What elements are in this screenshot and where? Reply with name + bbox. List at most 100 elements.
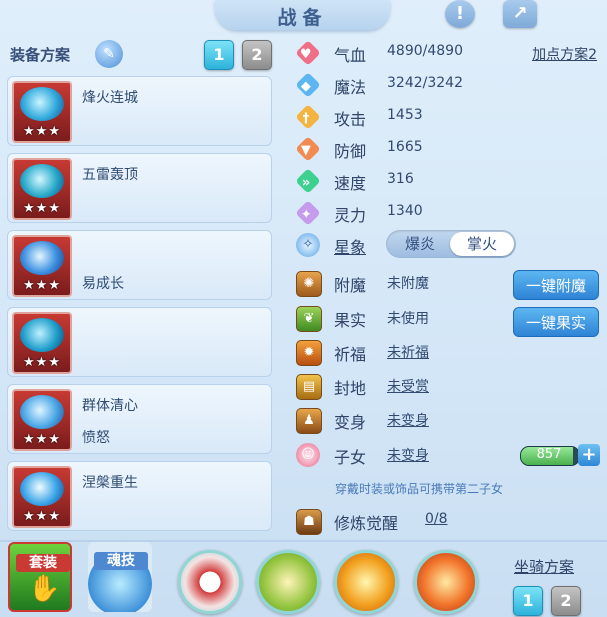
hand-icon: ✋ <box>28 574 61 604</box>
speed-icon: » <box>295 168 321 194</box>
equipment-skill: 群体清心 <box>82 398 138 414</box>
star-rating: ★★★ <box>23 355 61 370</box>
star-rating: ★★★ <box>23 432 61 447</box>
equipment-thumbnail: ★★★ <box>12 235 72 297</box>
xiulian-label: 修炼觉醒 <box>334 514 399 533</box>
star-rating: ★★★ <box>23 278 61 293</box>
page-title: 战备 <box>277 7 328 29</box>
stat-value: 1665 <box>387 139 423 155</box>
title-bar: 战备 ! ↗ <box>0 0 607 34</box>
equip-plan-tab-1[interactable]: 1 <box>204 40 234 70</box>
stat-value: 4890/4890 <box>387 43 463 59</box>
guoshi-label: 果实 <box>334 311 367 330</box>
blessing-icon: ✹ <box>296 340 322 366</box>
xingxiang-option-baoyan[interactable]: 爆炎 <box>388 232 452 256</box>
child-bar-value: 857 <box>536 447 562 462</box>
transform-icon: ♟ <box>296 408 322 434</box>
equipment-slot[interactable]: ★★★ 易成长 <box>7 230 272 300</box>
equipment-skill-2: 愤怒 <box>82 430 110 446</box>
stat-label: 气血 <box>334 46 367 65</box>
stats-panel: ♥ 气血 4890/4890 加点方案2 ◆ 魔法 3242/3242 † 攻击… <box>287 36 607 536</box>
fengdi-value[interactable]: 未受赏 <box>387 376 429 396</box>
equipment-skill: 烽火连城 <box>82 90 138 106</box>
export-icon[interactable]: ↗ <box>503 0 537 28</box>
bottom-bar: 套装 ✋ 魂技 坐骑方案 1 2 <box>0 542 607 617</box>
shield-icon: ▼ <box>295 136 321 162</box>
fumo-row: ✺ 附魔 未附魔 一键附魔 <box>287 268 607 300</box>
equipment-thumbnail: ★★★ <box>12 466 72 528</box>
skill-icon[interactable] <box>334 550 398 614</box>
fengdi-label: 封地 <box>334 379 367 398</box>
xingxiang-label[interactable]: 星象 <box>334 234 366 258</box>
equipment-plan-label: 装备方案 <box>10 46 71 64</box>
fumo-value: 未附魔 <box>387 276 429 292</box>
alert-icon[interactable]: ! <box>445 0 475 28</box>
star-rating: ★★★ <box>23 124 61 139</box>
zinv-value[interactable]: 未变身 <box>387 445 429 465</box>
equipment-slot[interactable]: ★★★ 涅槃重生 <box>7 461 272 531</box>
star-rating: ★★★ <box>23 201 61 216</box>
heart-icon: ♥ <box>295 40 321 66</box>
stat-label: 魔法 <box>334 78 367 97</box>
cultivation-icon: ☗ <box>296 509 322 535</box>
stat-value: 316 <box>387 171 414 187</box>
bianshen-value[interactable]: 未变身 <box>387 410 429 430</box>
soul-skill-tag: 魂技 <box>94 552 148 570</box>
stat-label: 攻击 <box>334 110 367 129</box>
guoshi-value: 未使用 <box>387 311 429 327</box>
xingxiang-row: ✧ 星象 爆炎 掌火 <box>287 230 607 260</box>
spirit-icon: ✦ <box>295 200 321 226</box>
one-click-enchant-button[interactable]: 一键附魔 <box>513 270 599 300</box>
suit-button[interactable]: 套装 ✋ <box>8 542 72 612</box>
equipment-thumbnail: ★★★ <box>12 81 72 143</box>
qifu-row: ✹ 祈福 未祈福 <box>287 337 607 367</box>
equipment-slot[interactable]: ★★★ 烽火连城 <box>7 76 272 146</box>
equipment-thumbnail: ★★★ <box>12 158 72 220</box>
stat-row-mp: ◆ 魔法 3242/3242 <box>287 70 607 100</box>
enchant-icon: ✺ <box>296 271 322 297</box>
point-plan-link[interactable]: 加点方案2 <box>532 44 597 64</box>
stat-label: 防御 <box>334 142 367 161</box>
equipment-skill: 涅槃重生 <box>82 475 138 491</box>
equipment-thumbnail: ★★★ <box>12 312 72 374</box>
qifu-label: 祈福 <box>334 345 367 364</box>
equip-plan-tab-2[interactable]: 2 <box>242 40 272 70</box>
stat-row-atk: † 攻击 1453 <box>287 102 607 132</box>
equipment-thumbnail: ★★★ <box>12 389 72 451</box>
star-rating: ★★★ <box>23 509 61 524</box>
equipment-slot[interactable]: ★★★ 群体清心 愤怒 <box>7 384 272 454</box>
stat-row-def: ▼ 防御 1665 <box>287 134 607 164</box>
stat-value: 1340 <box>387 203 423 219</box>
mount-plan-label[interactable]: 坐骑方案 <box>514 556 574 577</box>
mana-icon: ◆ <box>295 72 321 98</box>
equipment-slot[interactable]: ★★★ <box>7 307 272 377</box>
stat-row-spd: » 速度 316 <box>287 166 607 196</box>
zinv-label: 子女 <box>334 448 367 467</box>
mount-plan-tab-2[interactable]: 2 <box>551 586 581 616</box>
equipment-skill-2: 易成长 <box>82 276 124 292</box>
bianshen-label: 变身 <box>334 413 367 432</box>
mount-plan-tab-1[interactable]: 1 <box>513 586 543 616</box>
equipment-skill: 五雷轰顶 <box>82 167 138 183</box>
xiulian-value[interactable]: 0/8 <box>425 511 448 527</box>
skill-icon[interactable] <box>178 550 242 614</box>
soul-skill-button[interactable]: 魂技 <box>88 542 152 612</box>
equipment-slot[interactable]: ★★★ 五雷轰顶 <box>7 153 272 223</box>
guoshi-row: ❦ 果实 未使用 一键果实 <box>287 303 607 337</box>
skill-icon[interactable] <box>256 550 320 614</box>
xingxiang-toggle: 爆炎 掌火 <box>386 230 516 258</box>
second-child-hint: 穿戴时装或饰品可携带第二子女 <box>335 482 504 496</box>
stat-label: 灵力 <box>334 206 367 225</box>
star-sign-icon: ✧ <box>296 233 320 257</box>
suit-tag: 套装 <box>16 554 70 572</box>
equipment-panel: 装备方案 ✎ 1 2 ★★★ 烽火连城 ★★★ 五雷轰顶 ★★★ 易成长 ★★★… <box>0 36 283 536</box>
skill-icon[interactable] <box>414 550 478 614</box>
plus-icon[interactable]: + <box>578 444 600 466</box>
fruit-icon: ❦ <box>296 306 322 332</box>
stat-value: 3242/3242 <box>387 75 463 91</box>
bianshen-row: ♟ 变身 未变身 <box>287 405 607 435</box>
qifu-value[interactable]: 未祈福 <box>387 342 429 362</box>
xingxiang-option-zhanghuo[interactable]: 掌火 <box>450 232 514 256</box>
one-click-fruit-button[interactable]: 一键果实 <box>513 307 599 337</box>
pen-icon[interactable]: ✎ <box>95 40 123 68</box>
